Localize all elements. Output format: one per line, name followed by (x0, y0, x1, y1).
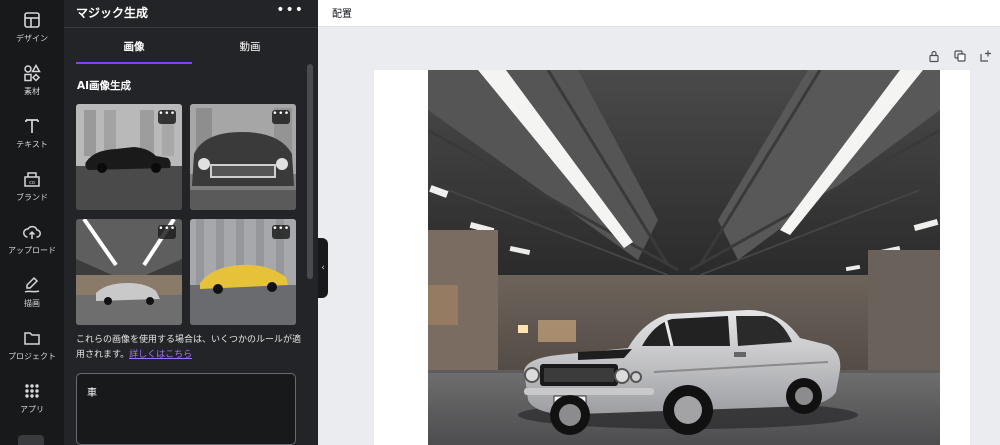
svg-text:co: co (29, 180, 35, 186)
chevron-left-icon: ‹ (321, 263, 325, 273)
left-rail: デザイン 素材 テキスト co ブランド アップロード 描画 プロジェクト アプ… (0, 0, 64, 445)
generate-tabs: 画像 動画 (64, 36, 318, 64)
apps-grid-icon (25, 384, 39, 398)
position-button[interactable]: 配置 (332, 5, 352, 20)
brand-icon: co (24, 172, 40, 187)
section-heading: AI画像生成 (77, 80, 132, 92)
generated-image-2[interactable]: ••• (190, 104, 296, 210)
rail-item-upload[interactable]: アップロード (0, 216, 64, 266)
rail-item-brand[interactable]: co ブランド (0, 163, 64, 213)
rail-label: 描画 (24, 299, 40, 308)
usage-notice: これらの画像を使用する場合は、いくつかのルールが適用されます。詳しくはこちら (76, 333, 302, 363)
car-photo-picture (428, 70, 940, 445)
prompt-input[interactable]: 車 (76, 373, 296, 445)
rail-label: テキスト (16, 140, 48, 149)
shapes-icon (24, 64, 41, 82)
panel-scrollbar[interactable] (307, 64, 313, 279)
upload-cloud-icon (23, 225, 41, 239)
rail-label: アップロード (8, 246, 56, 255)
folder-icon (24, 332, 40, 345)
rail-item-design[interactable]: デザイン (0, 4, 64, 54)
rail-item-apps[interactable]: アプリ (0, 375, 64, 425)
tab-video[interactable]: 動画 (192, 36, 308, 64)
rail-item-text[interactable]: テキスト (0, 110, 64, 160)
duplicate-icon[interactable] (953, 49, 967, 63)
rail-label: ブランド (16, 193, 48, 202)
rail-label: デザイン (16, 34, 48, 43)
context-toolbar: 配置 (318, 0, 1000, 27)
thumb-more-button[interactable]: ••• (158, 110, 176, 124)
generated-image-4[interactable]: ••• (190, 219, 296, 325)
generated-image-1[interactable]: ••• (76, 104, 182, 210)
panel-title: マジック生成 (76, 6, 149, 20)
rail-label: プロジェクト (8, 352, 56, 361)
rail-label: アプリ (20, 405, 44, 414)
generated-image-3[interactable]: ••• (76, 219, 182, 325)
prompt-input-value: 車 (87, 388, 97, 399)
rail-item-draw[interactable]: 描画 (0, 269, 64, 319)
panel-header: マジック生成 ••• (64, 0, 318, 28)
rail-item-projects[interactable]: プロジェクト (0, 322, 64, 372)
lock-icon[interactable] (927, 49, 941, 63)
layout-icon (24, 12, 40, 28)
draw-icon (24, 276, 40, 293)
car-photo[interactable] (428, 70, 940, 445)
collapse-panel-handle[interactable]: ‹ (318, 238, 328, 298)
learn-more-link[interactable]: 詳しくはこちら (129, 350, 192, 360)
more-options-icon[interactable]: ••• (276, 2, 304, 18)
text-icon (25, 119, 39, 133)
rail-item-elements[interactable]: 素材 (0, 57, 64, 107)
thumb-more-button[interactable]: ••• (158, 225, 176, 239)
add-page-icon[interactable] (979, 49, 993, 63)
rail-label: 素材 (24, 87, 40, 96)
rail-bottom-item[interactable] (18, 435, 44, 445)
tab-image[interactable]: 画像 (76, 36, 192, 64)
editor-app: デザイン 素材 テキスト co ブランド アップロード 描画 プロジェクト アプ… (0, 0, 1000, 445)
thumb-more-button[interactable]: ••• (272, 225, 290, 239)
thumb-more-button[interactable]: ••• (272, 110, 290, 124)
